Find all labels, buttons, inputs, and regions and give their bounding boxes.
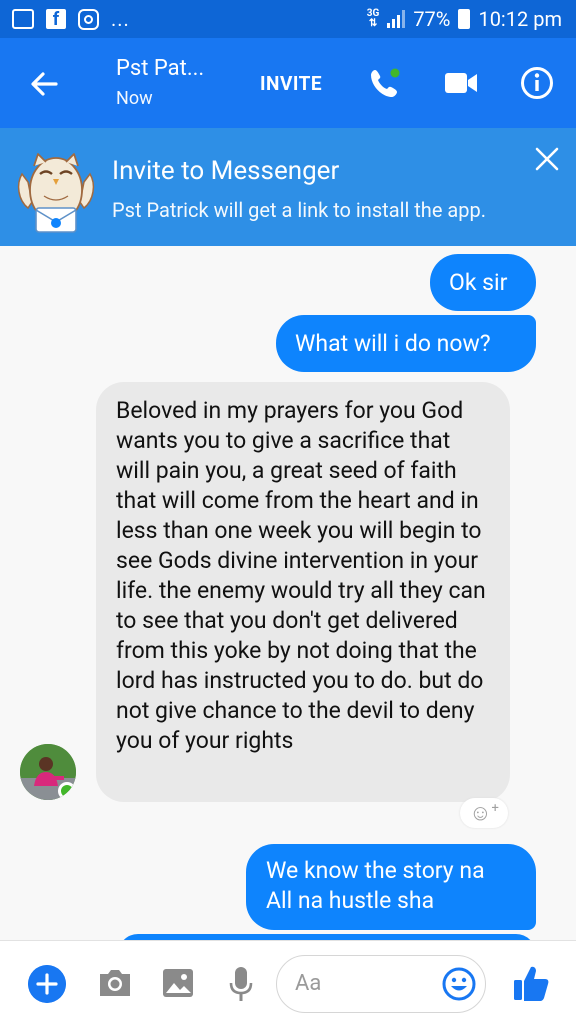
invite-button[interactable]: INVITE [260, 72, 322, 95]
conversation-header: Pst Pat... Now INVITE [0, 38, 576, 128]
microphone-icon[interactable] [226, 965, 256, 1003]
outgoing-message[interactable]: We know the story na All na hustle sha [246, 844, 536, 930]
phone-icon[interactable] [368, 66, 402, 100]
battery-percent: 77% [413, 7, 451, 31]
online-indicator [58, 782, 76, 800]
message-composer: Aa [0, 940, 576, 1024]
video-camera-icon[interactable] [444, 70, 478, 96]
thumbs-up-icon[interactable] [512, 963, 550, 1003]
image-icon[interactable] [160, 965, 196, 1001]
presence-status: Now [116, 88, 153, 109]
clock: 10:12 pm [478, 7, 562, 31]
gallery-notification-icon [12, 9, 34, 29]
outgoing-message[interactable]: What will i do now? [276, 315, 536, 372]
more-notifications: ... [111, 7, 130, 31]
battery-icon [458, 9, 471, 29]
outgoing-message[interactable]: Ok sir [430, 254, 536, 311]
smiley-icon[interactable] [441, 966, 477, 1002]
add-reaction-icon[interactable]: ☺ + [460, 798, 508, 828]
message-input-placeholder: Aa [295, 971, 322, 996]
banner-title: Invite to Messenger [112, 156, 340, 186]
instagram-notification-icon [78, 8, 99, 30]
message-input[interactable]: Aa [276, 955, 486, 1013]
signal-icon [387, 10, 406, 28]
contact-name[interactable]: Pst Pat... [116, 56, 204, 81]
avatar[interactable] [20, 744, 76, 800]
status-bar: f ... 3G ⇅ 77% 10:12 pm [0, 0, 576, 38]
message-list[interactable]: Ok sir What will i do now? Beloved in my… [0, 246, 576, 940]
owl-mascot-icon [17, 153, 95, 233]
arrow-left-icon[interactable] [26, 66, 62, 102]
facebook-notification-icon: f [46, 9, 66, 29]
network-type: 3G ⇅ [366, 8, 380, 29]
plus-icon[interactable] [28, 965, 66, 1003]
camera-icon[interactable] [96, 965, 134, 1001]
incoming-message[interactable]: Beloved in my prayers for you God wants … [96, 382, 510, 802]
status-notifications: f ... [12, 7, 130, 31]
close-icon[interactable] [532, 144, 562, 174]
info-icon[interactable] [520, 66, 554, 100]
banner-subtitle: Pst Patrick will get a link to install t… [112, 198, 487, 222]
invite-banner[interactable]: Invite to Messenger Pst Patrick will get… [0, 128, 576, 246]
status-system: 3G ⇅ 77% 10:12 pm [367, 7, 562, 31]
